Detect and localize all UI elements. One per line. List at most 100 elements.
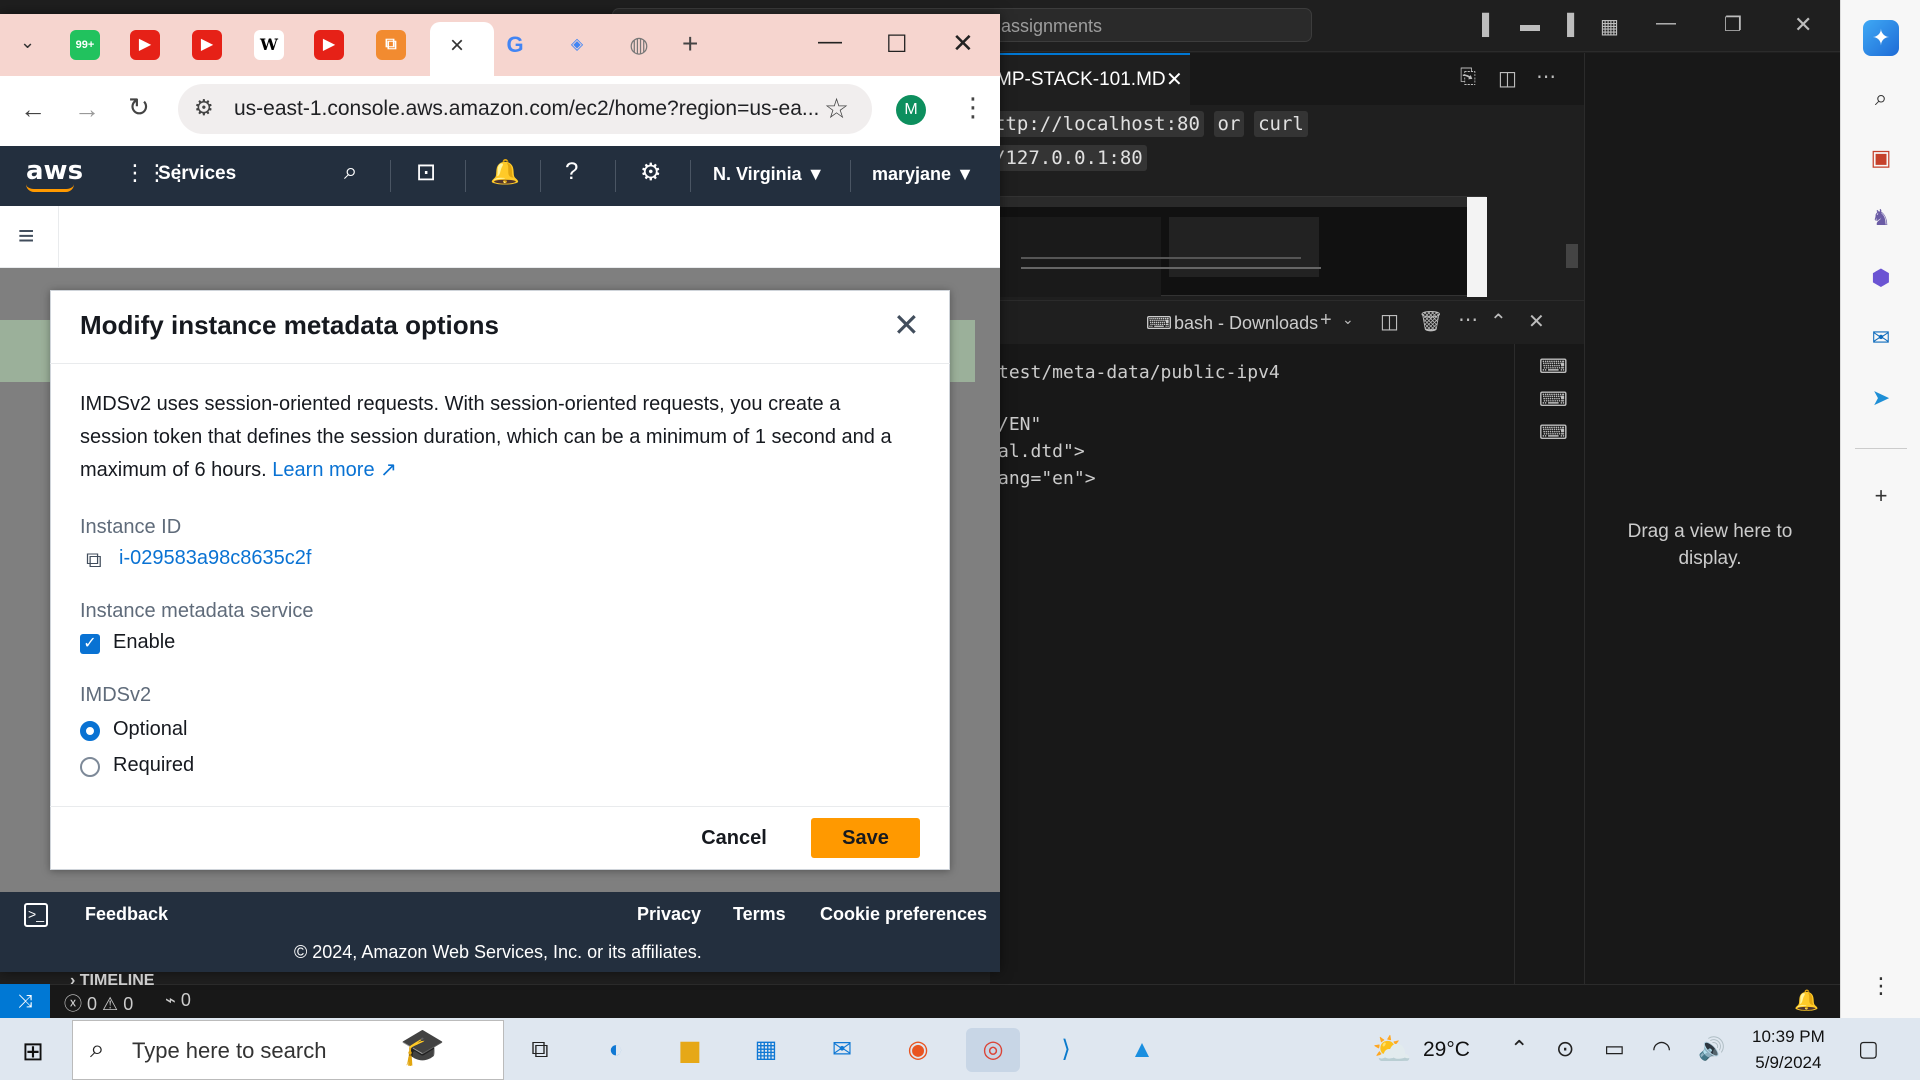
- terminal[interactable]: test/meta-data/public-ipv4 /EN" al.dtd">…: [990, 344, 1514, 984]
- hamburger-menu-icon[interactable]: ≡: [18, 220, 34, 252]
- close-window-icon[interactable]: ✕: [952, 28, 974, 59]
- editor-tab[interactable]: MP-STACK-101.MD ✕: [990, 53, 1190, 105]
- globe-icon[interactable]: ◍: [624, 30, 654, 60]
- customize-layout-icon[interactable]: ▦: [1600, 14, 1619, 39]
- menu-kebab-icon[interactable]: ⋮: [960, 92, 986, 123]
- save-button[interactable]: Save: [811, 818, 920, 858]
- chrome-icon[interactable]: ◎: [966, 1028, 1020, 1072]
- toggle-panel-icon[interactable]: ▬: [1520, 14, 1540, 37]
- region-selector[interactable]: N. Virginia ▼: [713, 164, 825, 185]
- split-terminal-icon[interactable]: ◫: [1380, 309, 1399, 334]
- help-icon[interactable]: ?: [565, 158, 578, 186]
- bookmark-star-icon[interactable]: ☆: [824, 92, 849, 125]
- photos-icon[interactable]: ▲: [1120, 1028, 1164, 1072]
- terminal-instance-icon[interactable]: ⌨: [1539, 354, 1568, 379]
- problems-indicator[interactable]: ⓧ 0 ⚠ 0: [64, 990, 133, 1016]
- radio-required[interactable]: [80, 757, 100, 777]
- send-icon[interactable]: ➤: [1863, 380, 1899, 416]
- site-info-icon[interactable]: ⚙: [194, 95, 214, 121]
- close-tab-icon[interactable]: ✕: [1166, 67, 1183, 92]
- tab-search-icon[interactable]: ⌄: [20, 32, 35, 53]
- toggle-primary-sidebar-icon[interactable]: ▌: [1482, 14, 1496, 37]
- toggle-secondary-sidebar-icon[interactable]: ▐: [1560, 14, 1574, 37]
- terms-link[interactable]: Terms: [733, 904, 786, 925]
- action-center-icon[interactable]: ▢: [1858, 1036, 1879, 1062]
- timeline-section[interactable]: › TIMELINE: [70, 972, 154, 990]
- microsoft365-icon[interactable]: ⬢: [1863, 260, 1899, 296]
- close-icon[interactable]: ✕: [893, 306, 920, 344]
- cancel-button[interactable]: Cancel: [670, 818, 798, 858]
- edge-icon[interactable]: ◐: [594, 1028, 638, 1072]
- open-preview-icon[interactable]: ⎘: [1460, 66, 1476, 89]
- new-terminal-icon[interactable]: +: [1320, 309, 1332, 332]
- games-icon[interactable]: ♞: [1863, 200, 1899, 236]
- close-panel-icon[interactable]: ✕: [1528, 309, 1545, 334]
- tools-icon[interactable]: ▣: [1863, 140, 1899, 176]
- cloudshell-icon[interactable]: ⊡: [416, 158, 436, 187]
- extension-icon[interactable]: ⧉: [376, 30, 406, 60]
- volume-icon[interactable]: 🔊: [1698, 1036, 1725, 1062]
- tab-active[interactable]: ×: [430, 22, 494, 76]
- terminal-instance-icon[interactable]: ⌨: [1539, 387, 1568, 412]
- clock[interactable]: 10:39 PM 5/9/2024: [1752, 1024, 1825, 1076]
- mail-icon[interactable]: ✉: [820, 1028, 864, 1072]
- maximize-panel-icon[interactable]: ⌃: [1490, 309, 1507, 334]
- search-icon[interactable]: ⌕: [344, 158, 357, 186]
- services-menu[interactable]: Services: [158, 163, 236, 185]
- youtube-icon[interactable]: ▶: [314, 30, 344, 60]
- weather-icon[interactable]: ⛅: [1372, 1030, 1412, 1068]
- chevron-down-icon[interactable]: ⌄: [1342, 311, 1354, 328]
- copilot-icon[interactable]: ✦: [1863, 20, 1899, 56]
- split-editor-icon[interactable]: ◫: [1498, 66, 1517, 91]
- radio-optional-label[interactable]: Optional: [113, 718, 188, 741]
- notifications-bell-icon[interactable]: 🔔: [1794, 988, 1819, 1013]
- lens-icon[interactable]: ◈: [562, 30, 592, 60]
- show-hidden-icons-icon[interactable]: ⌃: [1510, 1036, 1528, 1062]
- close-tab-icon[interactable]: ×: [450, 32, 464, 60]
- more-actions-icon[interactable]: ⋯: [1536, 64, 1556, 89]
- notifications-bell-icon[interactable]: 🔔: [490, 158, 520, 187]
- more-actions-icon[interactable]: ⋯: [1458, 307, 1478, 332]
- vscode-icon[interactable]: ⟩: [1044, 1028, 1088, 1072]
- feedback-link[interactable]: Feedback: [85, 904, 168, 925]
- remote-indicator-icon[interactable]: ⤨: [0, 984, 50, 1018]
- battery-icon[interactable]: ▭: [1604, 1036, 1625, 1062]
- copy-icon[interactable]: ⧉: [86, 547, 102, 573]
- trash-icon[interactable]: 🗑: [1418, 309, 1443, 334]
- account-menu[interactable]: maryjane ▼: [872, 164, 974, 185]
- more-options-icon[interactable]: ⋮: [1863, 968, 1899, 1004]
- minimize-icon[interactable]: —: [818, 28, 842, 56]
- temperature[interactable]: 29°C: [1423, 1038, 1470, 1062]
- instance-id-link[interactable]: i-029583a98c8635c2f: [119, 547, 311, 570]
- terminal-title[interactable]: bash - Downloads: [1174, 313, 1318, 334]
- restore-icon[interactable]: ❐: [1724, 12, 1742, 37]
- reload-icon[interactable]: ↻: [128, 92, 150, 123]
- windows-start-icon[interactable]: ⊞: [22, 1036, 44, 1067]
- task-view-icon[interactable]: ⧉: [518, 1028, 562, 1072]
- wifi-icon[interactable]: ◠: [1652, 1036, 1671, 1062]
- scrollbar-thumb[interactable]: [1566, 244, 1578, 268]
- search-icon[interactable]: ⌕: [1863, 80, 1899, 116]
- learn-more-link[interactable]: Learn more ↗: [272, 459, 397, 481]
- tab-favicon-icon[interactable]: 99+: [70, 30, 100, 60]
- cloudshell-icon[interactable]: >_: [24, 903, 48, 927]
- youtube-icon[interactable]: ▶: [130, 30, 160, 60]
- add-icon[interactable]: +: [1863, 478, 1899, 514]
- privacy-link[interactable]: Privacy: [637, 904, 701, 925]
- youtube-icon[interactable]: ▶: [192, 30, 222, 60]
- ubuntu-icon[interactable]: ◉: [896, 1028, 940, 1072]
- back-icon[interactable]: ←: [20, 94, 46, 125]
- meet-now-icon[interactable]: ⊙: [1556, 1036, 1574, 1062]
- google-icon[interactable]: G: [500, 30, 530, 60]
- close-window-icon[interactable]: ✕: [1794, 12, 1812, 38]
- terminal-instance-icon[interactable]: ⌨: [1539, 420, 1568, 445]
- wikipedia-icon[interactable]: W: [254, 30, 284, 60]
- enable-checkbox[interactable]: ✓: [80, 634, 100, 654]
- settings-gear-icon[interactable]: ⚙: [640, 158, 662, 187]
- minimize-icon[interactable]: —: [1656, 12, 1676, 35]
- outlook-icon[interactable]: ✉: [1863, 320, 1899, 356]
- radio-required-label[interactable]: Required: [113, 754, 194, 777]
- enable-label[interactable]: Enable: [113, 631, 175, 654]
- radio-optional[interactable]: [80, 721, 100, 741]
- file-explorer-icon[interactable]: ▆: [668, 1028, 712, 1072]
